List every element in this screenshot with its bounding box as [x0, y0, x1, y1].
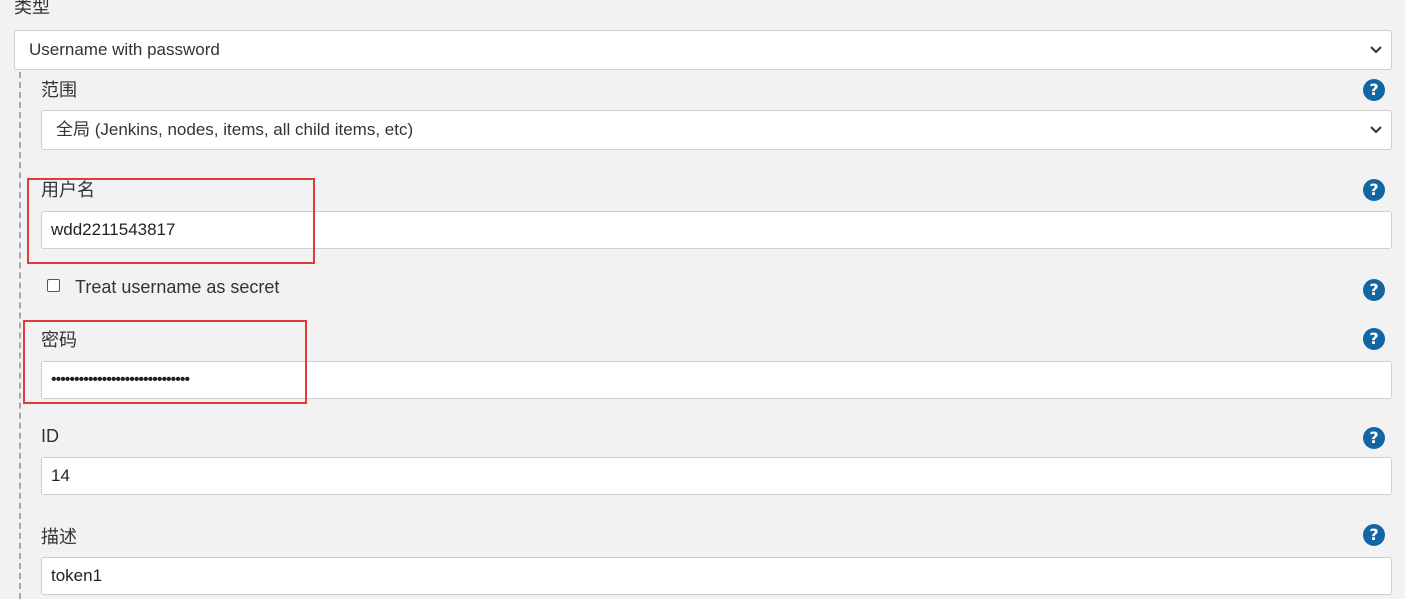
type-select-value: Username with password — [29, 40, 220, 59]
id-label: ID — [41, 426, 59, 446]
password-label: 密码 — [41, 330, 77, 350]
treat-secret-help-icon[interactable]: ? — [1363, 279, 1385, 301]
scope-help-icon[interactable]: ? — [1363, 79, 1385, 101]
scope-label: 范围 — [41, 80, 77, 100]
type-label: 类型 — [14, 0, 50, 17]
id-input[interactable]: 14 — [41, 457, 1392, 495]
chevron-down-icon — [1370, 126, 1382, 134]
description-input[interactable]: token1 — [41, 557, 1392, 595]
type-select[interactable]: Username with password — [14, 30, 1392, 70]
chevron-down-icon — [1370, 46, 1382, 54]
nesting-guide — [19, 72, 21, 599]
username-input[interactable]: wdd2211543817 — [41, 211, 1392, 249]
password-help-icon[interactable]: ? — [1363, 328, 1385, 350]
username-help-icon[interactable]: ? — [1363, 179, 1385, 201]
password-input[interactable]: •••••••••••••••••••••••••••••• — [41, 361, 1392, 399]
description-label: 描述 — [41, 527, 77, 547]
username-label: 用户名 — [41, 180, 95, 200]
treat-secret-checkbox[interactable] — [47, 279, 60, 292]
scope-select-value: 全局 (Jenkins, nodes, items, all child ite… — [56, 120, 414, 139]
treat-secret-label: Treat username as secret — [75, 277, 280, 297]
description-help-icon[interactable]: ? — [1363, 524, 1385, 546]
scope-select[interactable]: 全局 (Jenkins, nodes, items, all child ite… — [41, 110, 1392, 150]
id-help-icon[interactable]: ? — [1363, 427, 1385, 449]
